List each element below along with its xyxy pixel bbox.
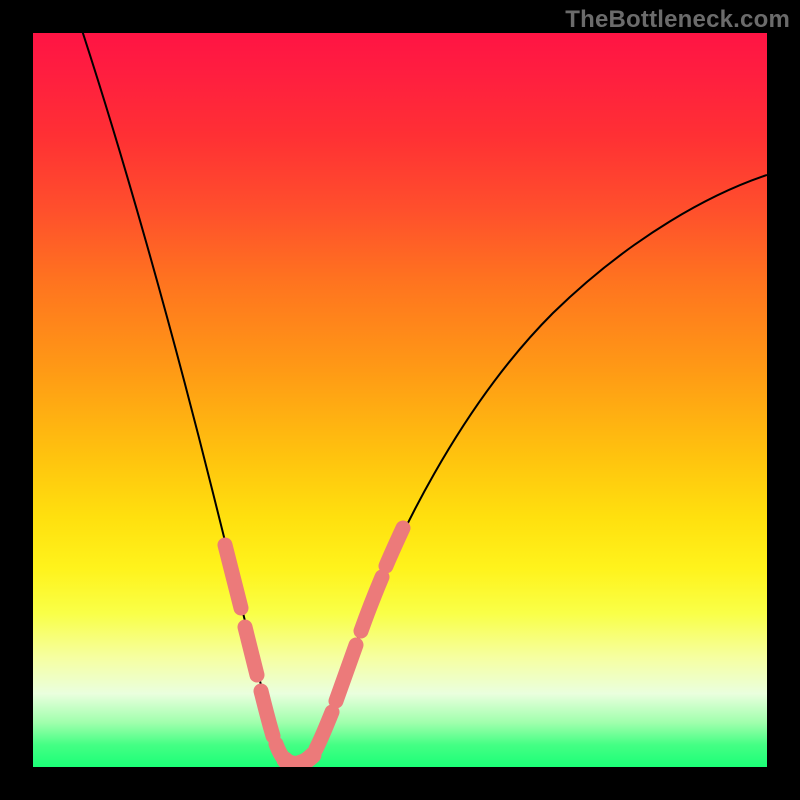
highlight-left-2	[245, 627, 257, 675]
watermark-text: TheBottleneck.com	[565, 6, 790, 34]
curve-path	[73, 33, 767, 765]
highlight-bottom-2	[301, 755, 313, 763]
highlight-right-4	[386, 528, 403, 566]
highlight-left-1	[225, 545, 241, 608]
chart-frame: TheBottleneck.com	[0, 0, 800, 800]
plot-area	[33, 33, 767, 767]
highlight-right-3	[361, 577, 382, 631]
highlight-right-1	[316, 712, 332, 749]
highlight-left-3	[261, 691, 273, 736]
bottleneck-curve	[33, 33, 767, 767]
highlight-right-2	[336, 645, 356, 701]
